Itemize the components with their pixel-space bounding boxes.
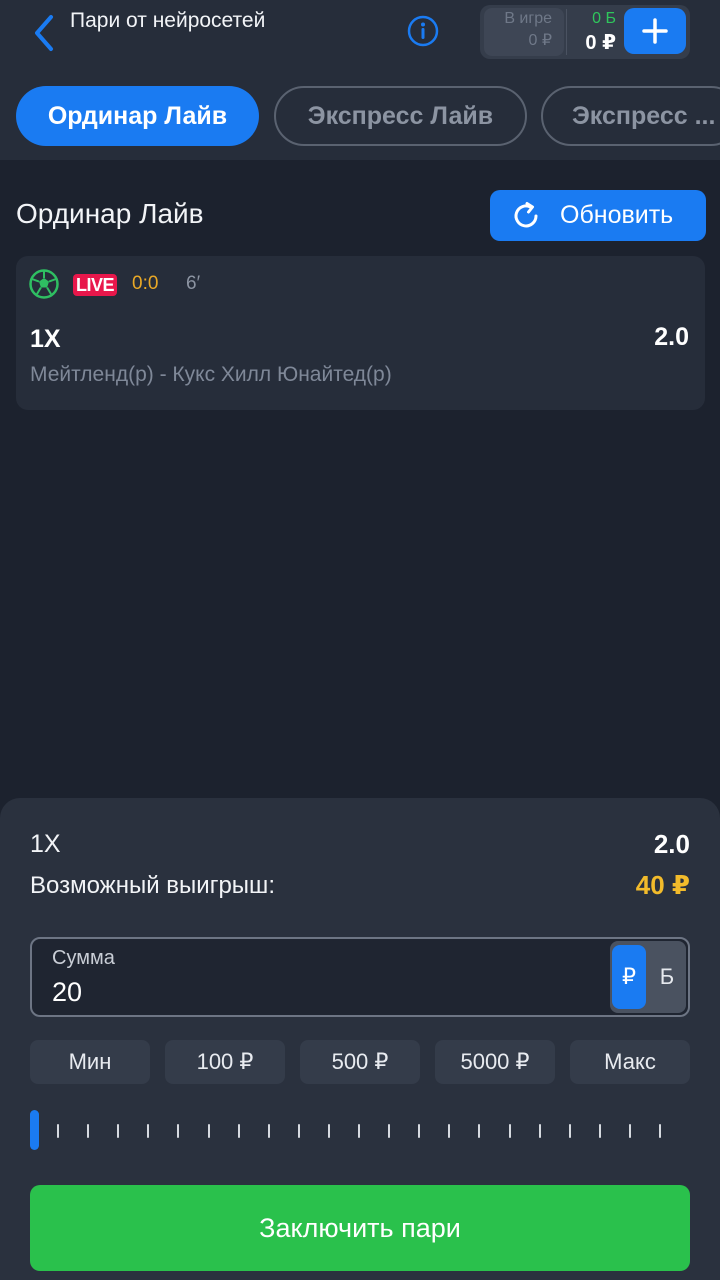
amount-slider[interactable]: [30, 1110, 690, 1150]
back-button[interactable]: [24, 10, 64, 56]
currency-rub-option[interactable]: ₽: [612, 945, 646, 1009]
tab-single-live[interactable]: Ординар Лайв: [16, 86, 259, 146]
soccer-ball-icon: [29, 269, 59, 299]
slip-coefficient: 2.0: [653, 829, 690, 859]
page-title: Пари от нейросетей: [70, 9, 266, 32]
quick-amount-500[interactable]: 500 ₽: [300, 1040, 420, 1084]
refresh-label: Обновить: [560, 201, 674, 229]
live-badge: LIVE: [73, 274, 117, 296]
slider-tick: [87, 1124, 90, 1138]
slider-tick: [147, 1124, 150, 1138]
slider-tick: [659, 1124, 661, 1138]
chevron-left-icon: [35, 15, 53, 51]
slider-tick: [297, 1124, 300, 1138]
refresh-icon: [514, 201, 538, 227]
main-balance: 0 Б 0 ₽: [572, 8, 616, 56]
slider-tick: [478, 1124, 481, 1138]
possible-win-value: 40 ₽: [635, 870, 690, 900]
refresh-button[interactable]: Обновить: [490, 190, 706, 241]
info-icon: [407, 15, 439, 47]
slider-tick: [418, 1124, 421, 1138]
top-bar: Пари от нейросетей В игре 0 ₽ 0 Б 0 ₽ Ор…: [0, 0, 720, 160]
bet-type: 1X: [30, 325, 61, 353]
place-bet-button[interactable]: Заключить пари: [30, 1185, 690, 1271]
slider-tick: [508, 1124, 511, 1138]
slider-handle[interactable]: [30, 1110, 39, 1150]
slider-tick: [177, 1124, 180, 1138]
slider-tick: [237, 1124, 240, 1138]
slider-tick: [538, 1124, 541, 1138]
deposit-button[interactable]: [624, 8, 686, 54]
quick-amount-min[interactable]: Мин: [30, 1040, 150, 1084]
balance-widget[interactable]: В игре 0 ₽ 0 Б 0 ₽: [480, 5, 690, 59]
money-balance: 0 ₽: [585, 32, 616, 54]
slider-tick: [568, 1124, 571, 1138]
bet-coefficient: 2.0: [654, 323, 689, 351]
slider-tick: [267, 1124, 270, 1138]
in-play-value: 0 ₽: [528, 32, 552, 49]
quick-amount-100[interactable]: 100 ₽: [165, 1040, 285, 1084]
slider-tick: [598, 1124, 601, 1138]
slip-bet-type: 1X: [30, 830, 61, 858]
amount-input[interactable]: 20: [52, 977, 82, 1008]
tab-express-more[interactable]: Экспресс ...: [541, 86, 720, 146]
bet-slip: 1X 2.0 Возможный выигрыш: 40 ₽ Сумма 20 …: [0, 798, 720, 1280]
currency-bonus-option[interactable]: Б: [650, 945, 684, 1009]
quick-amount-max[interactable]: Макс: [570, 1040, 690, 1084]
amount-label: Сумма: [52, 947, 115, 969]
slider-tick: [57, 1124, 59, 1138]
slider-tick: [207, 1124, 210, 1138]
match-score: 0:0: [132, 273, 159, 294]
slider-tick: [117, 1124, 120, 1138]
match-minute: 6′: [186, 273, 201, 294]
possible-win-label: Возможный выигрыш:: [30, 872, 275, 899]
match-card[interactable]: LIVE 0:0 6′ 1X 2.0 Мейтленд(р) - Кукс Хи…: [16, 256, 705, 410]
match-teams: Мейтленд(р) - Кукс Хилл Юнайтед(р): [30, 363, 392, 386]
slider-tick: [388, 1124, 391, 1138]
slider-tick: [448, 1124, 451, 1138]
slider-tick: [628, 1124, 631, 1138]
bet-tabs: Ординар Лайв Экспресс Лайв Экспресс ...: [0, 86, 720, 146]
section-title: Ординар Лайв: [16, 198, 204, 229]
bonus-balance: 0 Б: [592, 10, 616, 27]
plus-icon: [642, 18, 668, 44]
tab-express-live[interactable]: Экспресс Лайв: [274, 86, 527, 146]
quick-amount-5000[interactable]: 5000 ₽: [435, 1040, 555, 1084]
divider: [566, 9, 567, 55]
slider-tick: [327, 1124, 330, 1138]
amount-field[interactable]: Сумма 20 ₽ Б: [30, 937, 690, 1017]
in-play-label: В игре: [504, 10, 552, 27]
info-button[interactable]: [406, 14, 440, 48]
in-play-balance: В игре 0 ₽: [484, 8, 564, 56]
slider-tick: [358, 1124, 360, 1138]
currency-toggle[interactable]: ₽ Б: [610, 941, 686, 1013]
